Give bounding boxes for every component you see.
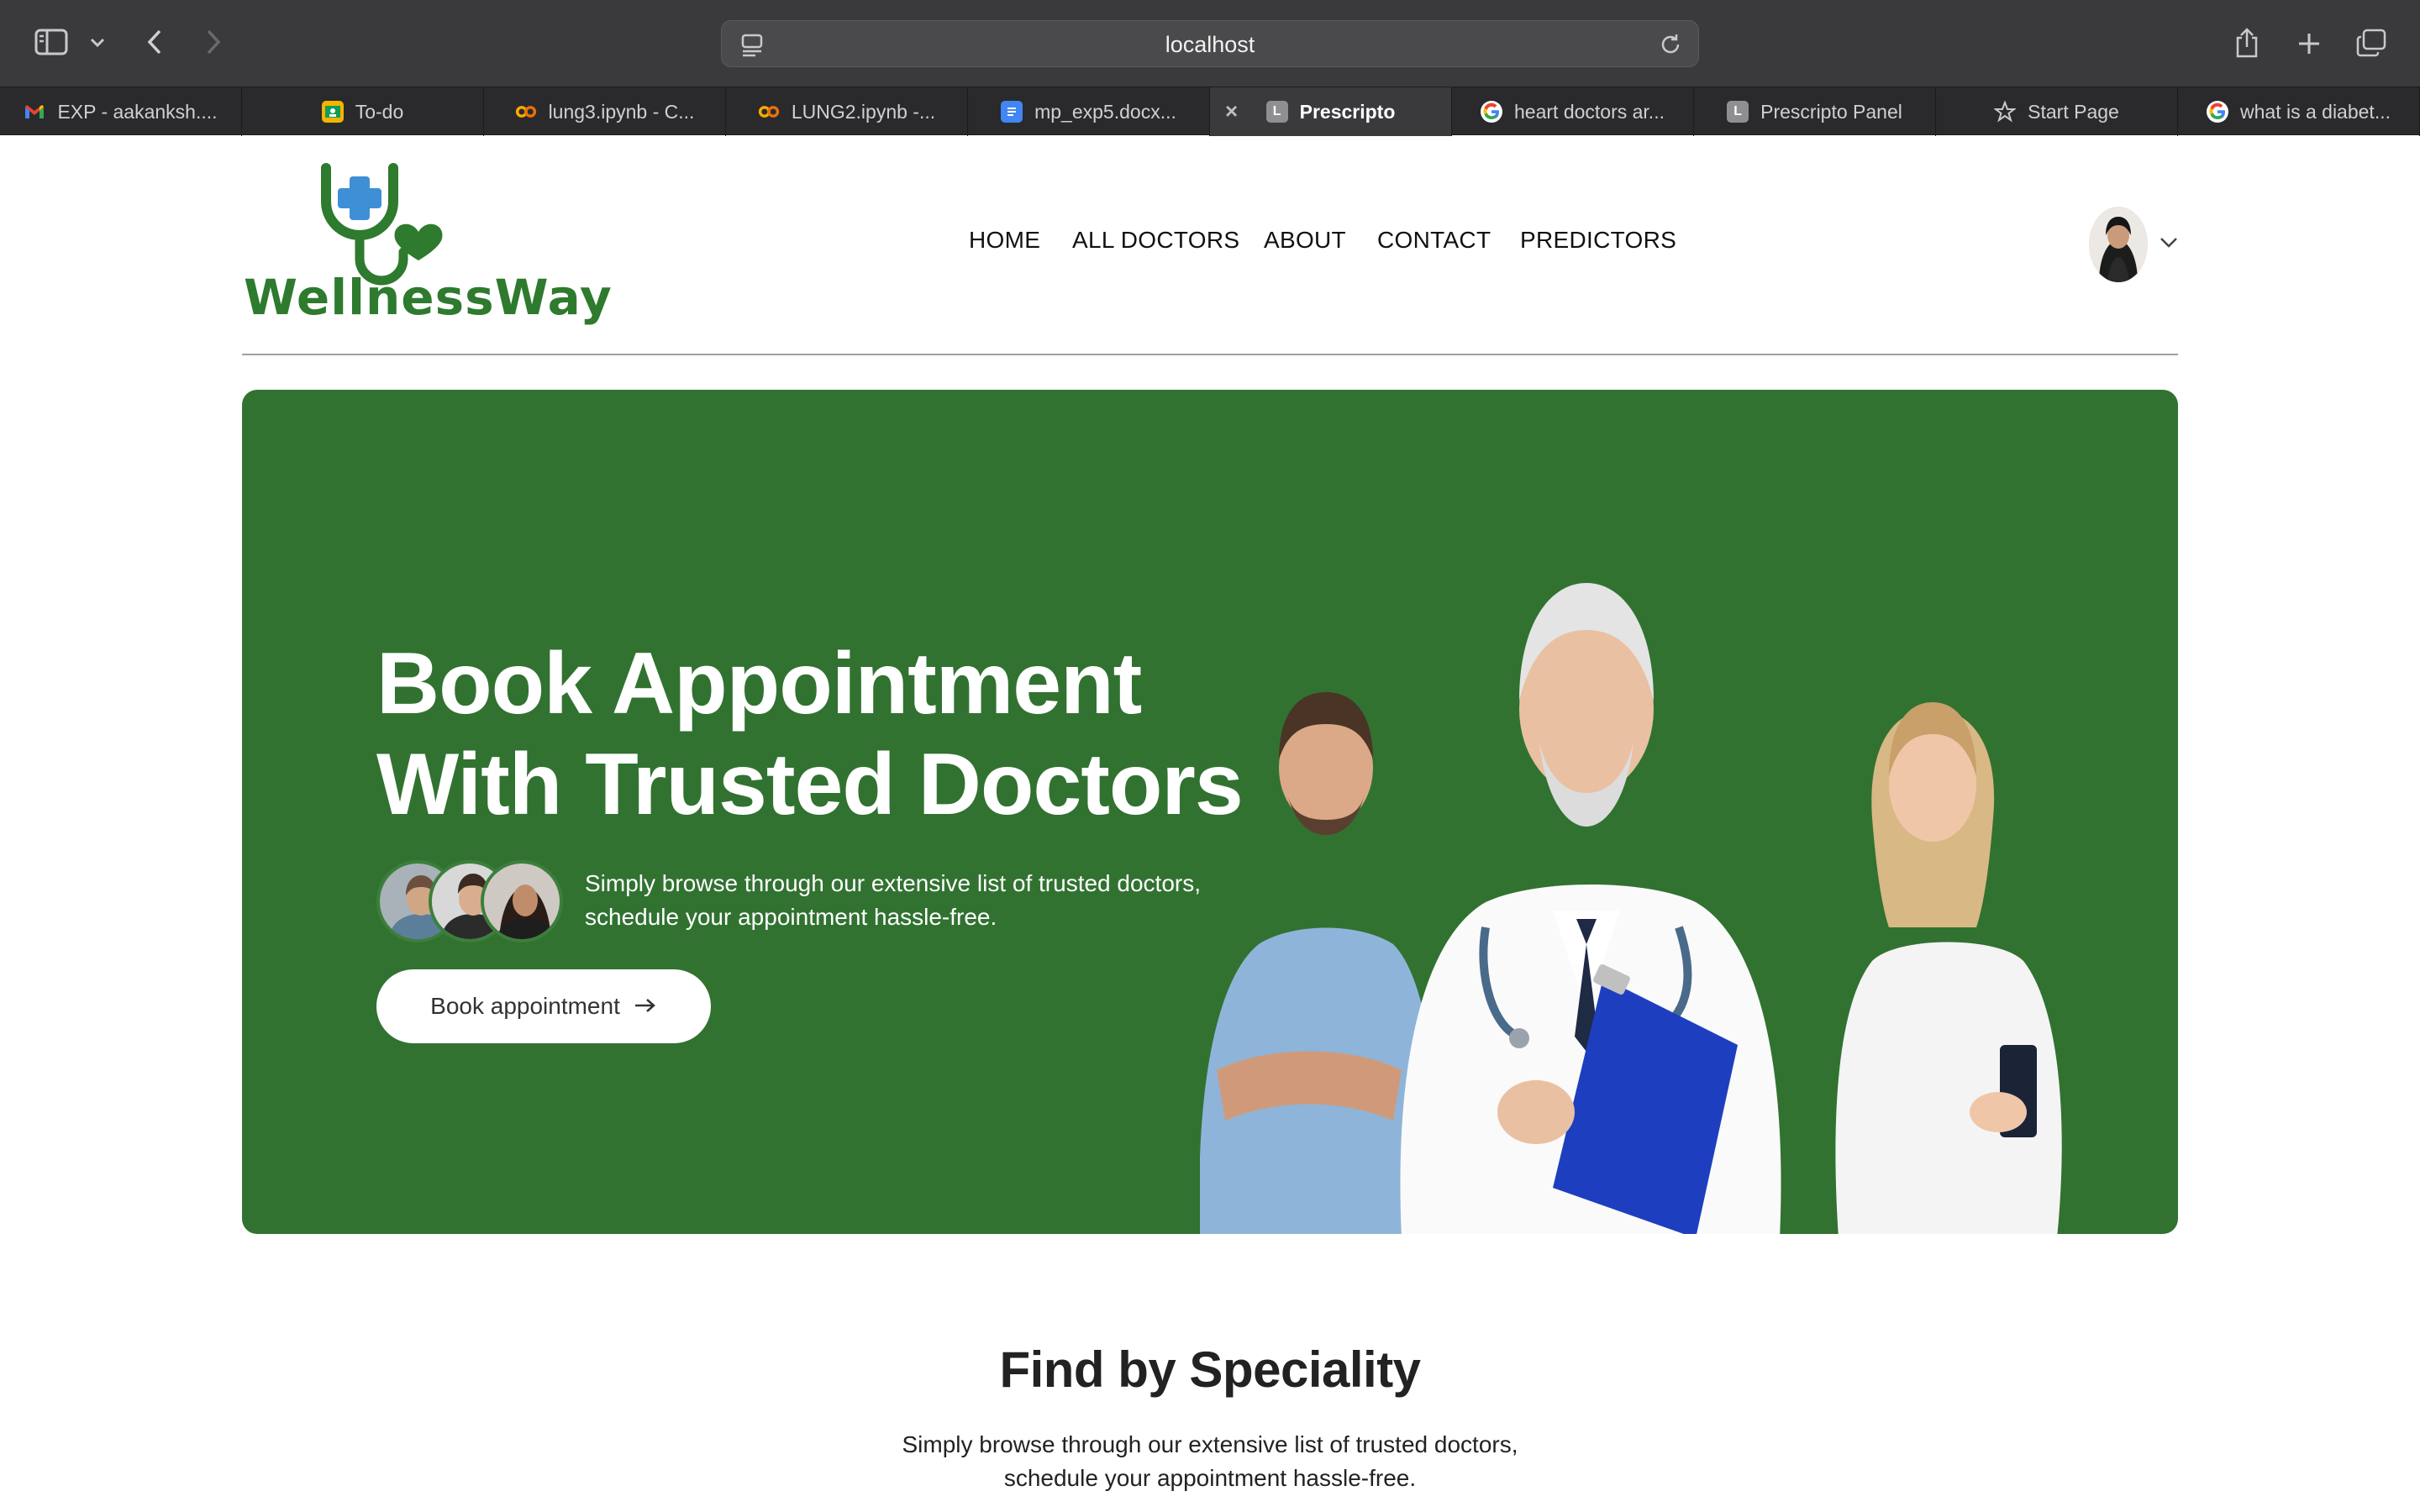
speciality-title: Find by Speciality bbox=[999, 1341, 1421, 1398]
tab-label: LUNG2.ipynb -... bbox=[791, 100, 936, 123]
chevron-down-icon[interactable] bbox=[2160, 237, 2178, 253]
tab-label: lung3.ipynb - C... bbox=[548, 100, 695, 123]
classroom-icon bbox=[321, 101, 344, 123]
browser-toolbar: localhost bbox=[0, 0, 2420, 87]
arrow-right-icon bbox=[634, 993, 657, 1020]
tab-prescripto-active[interactable]: × L Prescripto bbox=[1210, 87, 1452, 136]
doctor-avatar bbox=[481, 860, 563, 942]
site-logo[interactable]: WellnessWay bbox=[242, 160, 612, 328]
senior-doctor-figure bbox=[1400, 583, 1781, 1234]
share-icon[interactable] bbox=[2230, 24, 2264, 62]
hero-title: Book Appointment With Trusted Doctors bbox=[376, 633, 1301, 835]
hero-description-line2: schedule your appointment hassle-free. bbox=[585, 904, 997, 930]
header-divider bbox=[242, 354, 2178, 355]
nav-about[interactable]: ABOUT bbox=[1264, 227, 1346, 254]
gmail-icon bbox=[24, 101, 45, 123]
tab-todo[interactable]: To-do bbox=[242, 87, 484, 136]
avatar[interactable] bbox=[2089, 207, 2148, 282]
nav-predictors[interactable]: PREDICTORS bbox=[1520, 227, 1676, 254]
tab-docs[interactable]: mp_exp5.docx... bbox=[968, 87, 1210, 136]
logo-text: WellnessWay bbox=[244, 269, 613, 326]
speciality-description-line2: schedule your appointment hassle-free. bbox=[1003, 1465, 1417, 1491]
book-appointment-button[interactable]: Book appointment bbox=[376, 969, 711, 1043]
speciality-description: Simply browse through our extensive list… bbox=[0, 1428, 2420, 1495]
address-bar[interactable]: localhost bbox=[721, 20, 1699, 67]
letter-l-icon: L bbox=[1265, 101, 1288, 123]
doctor-avatars-group bbox=[376, 860, 570, 942]
hero-description-line1: Simply browse through our extensive list… bbox=[585, 870, 1202, 896]
tab-label: what is a diabet... bbox=[2240, 100, 2391, 123]
close-tab-icon[interactable]: × bbox=[1225, 100, 1238, 122]
sidebar-toggle-icon[interactable] bbox=[32, 25, 71, 59]
google-icon bbox=[2207, 101, 2228, 123]
reload-icon[interactable] bbox=[1658, 32, 1683, 61]
docs-icon bbox=[1001, 101, 1023, 123]
tab-gmail[interactable]: EXP - aakanksh.... bbox=[0, 87, 242, 136]
hero-title-line2: With Trusted Doctors bbox=[376, 736, 1244, 833]
tab-label: Start Page bbox=[2028, 100, 2119, 123]
tab-label: Prescripto Panel bbox=[1760, 100, 1902, 123]
google-icon bbox=[1481, 101, 1502, 123]
nav-all-doctors[interactable]: ALL DOCTORS bbox=[1072, 227, 1239, 254]
nav-contact[interactable]: CONTACT bbox=[1377, 227, 1491, 254]
new-tab-icon[interactable] bbox=[2292, 27, 2326, 60]
tab-diabetes[interactable]: what is a diabet... bbox=[2178, 87, 2420, 136]
female-doctor-figure bbox=[1835, 702, 2062, 1234]
book-appointment-label: Book appointment bbox=[430, 993, 620, 1019]
tab-lung3[interactable]: lung3.ipynb - C... bbox=[484, 87, 726, 136]
tab-label: heart doctors ar... bbox=[1514, 100, 1665, 123]
hero-title-line1: Book Appointment bbox=[376, 635, 1142, 732]
profile-menu[interactable] bbox=[2089, 207, 2178, 282]
url-text[interactable]: localhost bbox=[722, 21, 1698, 68]
tab-label: EXP - aakanksh.... bbox=[57, 100, 218, 123]
back-icon[interactable] bbox=[141, 25, 168, 59]
tab-heart-doctors[interactable]: heart doctors ar... bbox=[1452, 87, 1694, 136]
colab-icon bbox=[515, 101, 537, 123]
tab-overview-icon[interactable] bbox=[2353, 25, 2390, 60]
chevron-down-icon[interactable] bbox=[87, 30, 108, 55]
nav-home[interactable]: HOME bbox=[969, 227, 1040, 254]
letter-l-icon: L bbox=[1727, 101, 1749, 123]
stethoscope-logo-icon bbox=[321, 163, 443, 286]
colab-icon bbox=[758, 101, 780, 123]
hero-description: Simply browse through our extensive list… bbox=[585, 867, 1223, 934]
hero-banner: Book Appointment With Trusted Doctors Si… bbox=[242, 390, 2178, 1234]
doctors-group-illustration bbox=[1200, 583, 2062, 1234]
tab-label: To-do bbox=[355, 100, 404, 123]
forward-icon[interactable] bbox=[200, 25, 227, 59]
tab-label: mp_exp5.docx... bbox=[1034, 100, 1176, 123]
speciality-description-line1: Simply browse through our extensive list… bbox=[902, 1431, 1518, 1457]
tab-label: Prescripto bbox=[1299, 100, 1396, 123]
tab-bar: EXP - aakanksh.... To-do lung3.ipynb - C… bbox=[0, 87, 2420, 136]
tab-lung2[interactable]: LUNG2.ipynb -... bbox=[726, 87, 968, 136]
tab-start-page[interactable]: Start Page bbox=[1936, 87, 2178, 136]
star-icon bbox=[1994, 101, 2017, 123]
tab-prescripto-panel[interactable]: L Prescripto Panel bbox=[1694, 87, 1936, 136]
